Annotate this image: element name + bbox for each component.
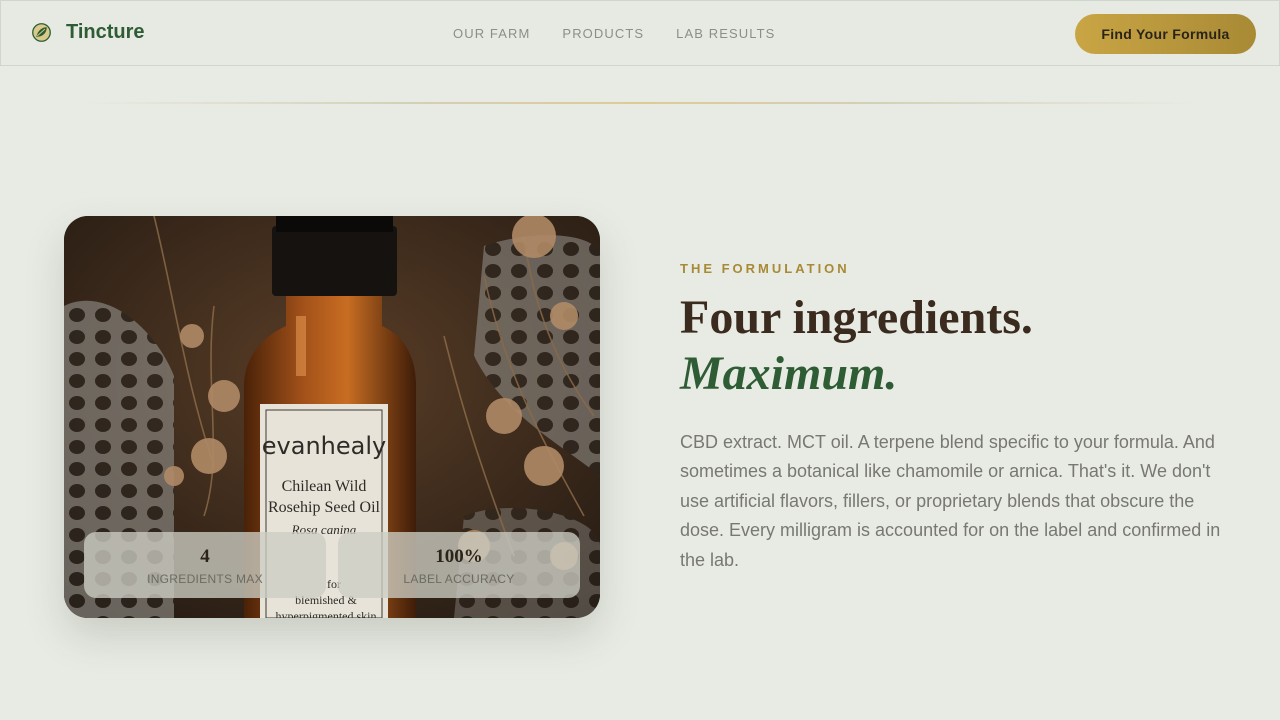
stat-value: 4: [200, 546, 210, 567]
headline-accent: Maximum.: [680, 347, 898, 400]
label-brand-text: evanhealy: [262, 432, 386, 460]
label-line-2: Rosehip Seed Oil: [268, 499, 381, 516]
section-eyebrow: THE FORMULATION: [680, 261, 850, 276]
label-line-1: Chilean Wild: [282, 478, 367, 495]
section-divider: [80, 102, 1200, 104]
stat-value: 100%: [435, 546, 483, 567]
stat-label: INGREDIENTS MAX: [147, 572, 263, 586]
headline-main: Four ingredients.: [680, 291, 1033, 344]
site-header: Tincture OUR FARM PRODUCTS LAB RESULTS F…: [0, 0, 1280, 66]
main-nav: OUR FARM PRODUCTS LAB RESULTS: [453, 26, 775, 41]
nav-link-lab-results[interactable]: LAB RESULTS: [676, 26, 775, 41]
brand-name: Tincture: [66, 21, 145, 43]
stat-card-ingredients: 4 INGREDIENTS MAX: [84, 532, 326, 598]
section-headline: Four ingredients. Maximum.: [680, 290, 1033, 402]
leaf-emblem-icon: [32, 23, 51, 42]
nav-link-products[interactable]: PRODUCTS: [562, 26, 644, 41]
section-body: CBD extract. MCT oil. A terpene blend sp…: [680, 432, 1221, 570]
brand-logo[interactable]: Tincture: [31, 21, 145, 44]
nav-link-our-farm[interactable]: OUR FARM: [453, 26, 530, 41]
stat-label: LABEL ACCURACY: [403, 572, 515, 586]
label-small-2: hyperpigmented skin: [276, 609, 377, 618]
stat-card-accuracy: 100% LABEL ACCURACY: [338, 532, 580, 598]
find-your-formula-button[interactable]: Find Your Formula: [1075, 14, 1256, 54]
